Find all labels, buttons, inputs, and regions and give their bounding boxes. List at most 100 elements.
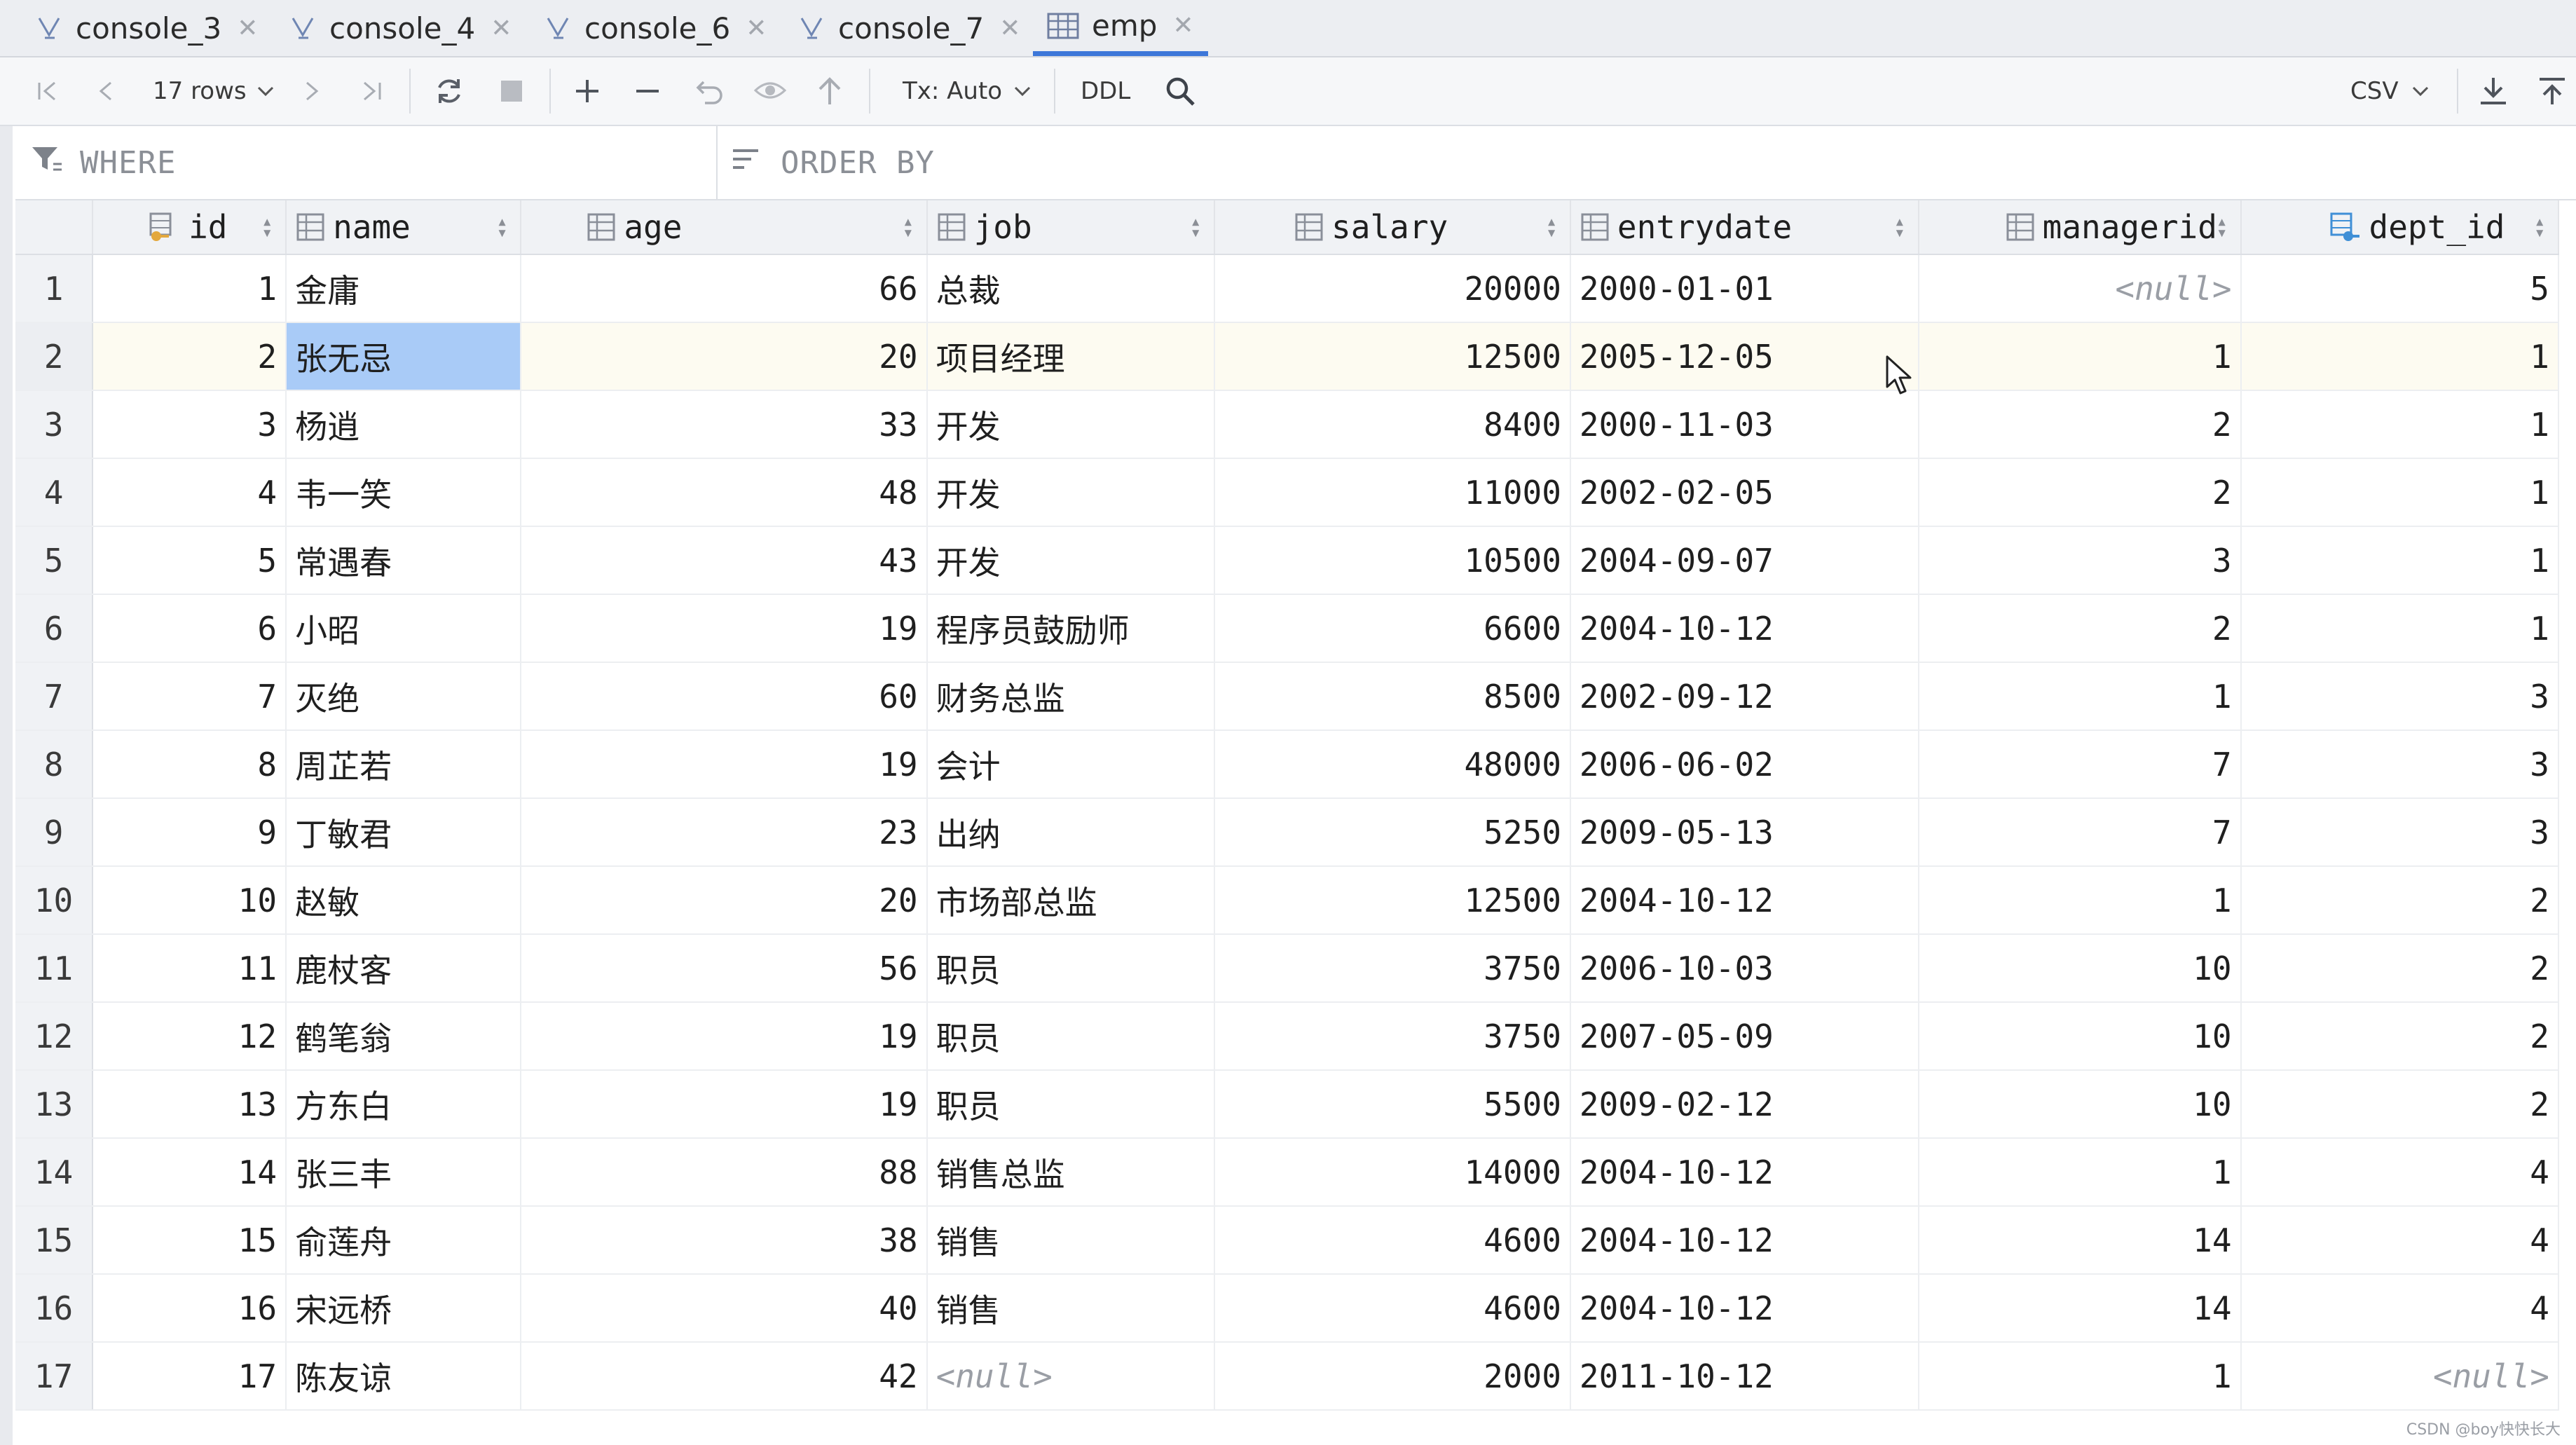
table-row[interactable]: 5 5 常遇春 43 开发 10500 2004-09-07 3 1 (15, 526, 2576, 595)
cell-salary[interactable]: 3750 (1214, 1002, 1571, 1071)
cell-id[interactable]: 12 (93, 1002, 287, 1071)
cell-age[interactable]: 38 (521, 1206, 928, 1275)
cell-id[interactable]: 11 (93, 934, 287, 1003)
tab-console-4[interactable]: console_4 ✕ (289, 0, 512, 56)
cell-name[interactable]: 方东白 (286, 1070, 522, 1139)
cell-salary[interactable]: 12500 (1214, 322, 1571, 391)
prev-page-icon[interactable] (93, 57, 121, 125)
sort-icon[interactable]: ▴ ▾ (903, 212, 914, 242)
cell-dept-id[interactable]: 5 (2240, 254, 2560, 323)
cell-managerid[interactable]: 7 (1918, 798, 2242, 867)
cell-name[interactable]: 灭绝 (286, 662, 522, 731)
sort-icon[interactable]: ▴ ▾ (497, 212, 508, 242)
upload-icon[interactable] (2537, 57, 2568, 125)
cell-managerid[interactable]: 10 (1918, 1002, 2242, 1071)
row-number[interactable]: 6 (15, 594, 94, 663)
column-header-age[interactable]: age ▴ ▾ (521, 200, 928, 255)
delete-row-icon[interactable] (633, 57, 662, 125)
table-row[interactable]: 4 4 韦一笑 48 开发 11000 2002-02-05 2 1 (15, 458, 2576, 527)
cell-age[interactable]: 42 (521, 1342, 928, 1411)
cell-job[interactable]: 市场部总监 (926, 866, 1216, 935)
cell-job[interactable]: 项目经理 (926, 322, 1216, 391)
cell-name[interactable]: 俞莲舟 (286, 1206, 522, 1275)
tab-console-6[interactable]: console_6 ✕ (544, 0, 767, 56)
table-row[interactable]: 7 7 灭绝 60 财务总监 8500 2002-09-12 1 3 (15, 662, 2576, 731)
cell-dept-id[interactable]: 2 (2240, 1070, 2560, 1139)
transaction-mode-selector[interactable]: Tx: Auto (903, 57, 1032, 125)
next-page-icon[interactable] (297, 57, 325, 125)
cell-managerid[interactable]: 1 (1918, 1138, 2242, 1207)
cell-job[interactable]: 总裁 (926, 254, 1216, 323)
cell-dept-id[interactable]: <null> (2240, 1342, 2560, 1411)
cell-managerid[interactable]: 14 (1918, 1206, 2242, 1275)
cell-salary[interactable]: 5250 (1214, 798, 1571, 867)
table-row[interactable]: 9 9 丁敏君 23 出纳 5250 2009-05-13 7 3 (15, 798, 2576, 867)
cell-managerid[interactable]: 2 (1918, 458, 2242, 527)
cell-id[interactable]: 17 (93, 1342, 287, 1411)
cell-managerid[interactable]: 14 (1918, 1274, 2242, 1343)
row-number[interactable]: 2 (15, 322, 94, 391)
cell-name[interactable]: 宋远桥 (286, 1274, 522, 1343)
cell-id[interactable]: 7 (93, 662, 287, 731)
cell-name[interactable]: 张三丰 (286, 1138, 522, 1207)
cell-managerid[interactable]: 1 (1918, 322, 2242, 391)
cell-dept-id[interactable]: 1 (2240, 322, 2560, 391)
cell-id[interactable]: 15 (93, 1206, 287, 1275)
cell-entrydate[interactable]: 2006-10-03 (1570, 934, 1919, 1003)
cell-name[interactable]: 周芷若 (286, 730, 522, 799)
order-by-input[interactable]: ORDER BY (730, 126, 2552, 199)
revert-icon[interactable] (694, 57, 726, 125)
cell-job[interactable]: 程序员鼓励师 (926, 594, 1216, 663)
last-page-icon[interactable] (357, 57, 385, 125)
column-header-entrydate[interactable]: entrydate ▴ ▾ (1570, 200, 1919, 255)
sort-icon[interactable]: ▴ ▾ (2217, 212, 2228, 242)
cell-job[interactable]: 出纳 (926, 798, 1216, 867)
cell-job[interactable]: 销售总监 (926, 1138, 1216, 1207)
row-number[interactable]: 17 (15, 1342, 94, 1411)
submit-icon[interactable] (816, 57, 844, 125)
cell-entrydate[interactable]: 2011-10-12 (1570, 1342, 1919, 1411)
close-icon[interactable]: ✕ (999, 14, 1020, 43)
table-row[interactable]: 6 6 小昭 19 程序员鼓励师 6600 2004-10-12 2 1 (15, 594, 2576, 663)
cell-dept-id[interactable]: 1 (2240, 526, 2560, 595)
column-header-managerid[interactable]: managerid ▴ ▾ (1918, 200, 2242, 255)
row-number[interactable]: 11 (15, 934, 94, 1003)
cell-age[interactable]: 40 (521, 1274, 928, 1343)
cell-job[interactable]: 职员 (926, 934, 1216, 1003)
cell-name[interactable]: 陈友谅 (286, 1342, 522, 1411)
cell-age[interactable]: 56 (521, 934, 928, 1003)
cell-salary[interactable]: 5500 (1214, 1070, 1571, 1139)
sort-icon[interactable]: ▴ ▾ (261, 212, 273, 242)
table-row[interactable]: 14 14 张三丰 88 销售总监 14000 2004-10-12 1 4 (15, 1138, 2576, 1207)
close-icon[interactable]: ✕ (491, 14, 512, 43)
stop-icon[interactable] (498, 57, 526, 125)
column-header-id[interactable]: id ▴ ▾ (93, 200, 287, 255)
cell-name[interactable]: 韦一笑 (286, 458, 522, 527)
cell-id[interactable]: 2 (93, 322, 287, 391)
cell-job[interactable]: 销售 (926, 1274, 1216, 1343)
table-row[interactable]: 2 2 张无忌 20 项目经理 12500 2005-12-05 1 1 (15, 322, 2576, 391)
row-number[interactable]: 3 (15, 390, 94, 459)
cell-name[interactable]: 鹤笔翁 (286, 1002, 522, 1071)
table-row[interactable]: 15 15 俞莲舟 38 销售 4600 2004-10-12 14 4 (15, 1206, 2576, 1275)
row-number[interactable]: 16 (15, 1274, 94, 1343)
tab-console-7[interactable]: console_7 ✕ (797, 0, 1020, 56)
cell-job[interactable]: 职员 (926, 1070, 1216, 1139)
cell-entrydate[interactable]: 2000-01-01 (1570, 254, 1919, 323)
cell-salary[interactable]: 10500 (1214, 526, 1571, 595)
sort-icon[interactable]: ▴ ▾ (1546, 212, 1557, 242)
refresh-icon[interactable] (433, 57, 465, 125)
cell-id[interactable]: 14 (93, 1138, 287, 1207)
cell-managerid[interactable]: 10 (1918, 934, 2242, 1003)
cell-id[interactable]: 1 (93, 254, 287, 323)
cell-dept-id[interactable]: 4 (2240, 1274, 2560, 1343)
cell-salary[interactable]: 4600 (1214, 1206, 1571, 1275)
cell-id[interactable]: 5 (93, 526, 287, 595)
cell-id[interactable]: 3 (93, 390, 287, 459)
cell-dept-id[interactable]: 1 (2240, 390, 2560, 459)
cell-name[interactable]: 常遇春 (286, 526, 522, 595)
row-number[interactable]: 5 (15, 526, 94, 595)
export-format-selector[interactable]: CSV (2350, 57, 2430, 125)
column-header-job[interactable]: job ▴ ▾ (926, 200, 1216, 255)
download-icon[interactable] (2478, 57, 2509, 125)
